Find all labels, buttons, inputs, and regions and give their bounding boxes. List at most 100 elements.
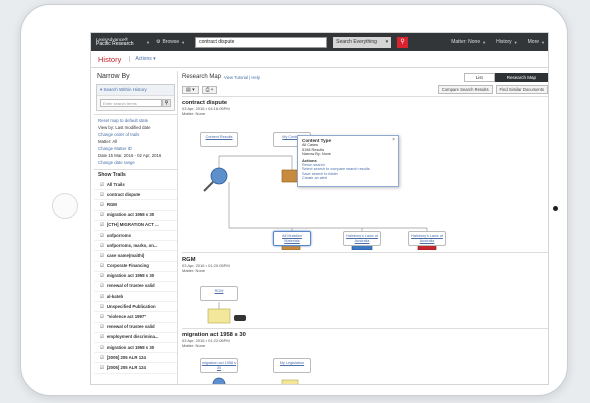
checkbox-icon[interactable]: ☑: [100, 294, 104, 299]
search-within-label: Search Within History: [103, 87, 147, 92]
brand-logo[interactable]: LexisAdvance® Pacific Research: [96, 37, 140, 47]
checkbox-icon[interactable]: ☑: [100, 243, 104, 248]
chevron-down-icon[interactable]: ▼: [146, 40, 150, 45]
actions-menu[interactable]: Actions ▾: [129, 56, 156, 62]
print-dropdown[interactable]: ⎙ ▾: [201, 85, 218, 94]
browse-menu[interactable]: ⚙ Browse ▼: [156, 39, 185, 45]
checkbox-icon[interactable]: ☑: [100, 334, 104, 339]
list-view-button[interactable]: List: [463, 72, 495, 82]
close-icon[interactable]: ×: [392, 137, 395, 143]
compare-search-results-button[interactable]: Compare Search Results: [437, 85, 493, 94]
narrow-by-title: Narrow By: [97, 73, 130, 80]
trail-item[interactable]: ☑ renewal of trustee valid: [94, 323, 177, 333]
trail-item[interactable]: ☑ [2005] 205 ALR 124: [94, 363, 177, 374]
trail-item[interactable]: ☑ al-kateb: [94, 292, 177, 303]
map-actions: Compare Search Results Find Similar Docu…: [435, 85, 548, 94]
folder-dropdown[interactable]: ▤ ▾: [182, 85, 199, 94]
tablet-frame: LexisAdvance® Pacific Research ▼ ⚙ Brows…: [20, 4, 568, 396]
matter-menu[interactable]: Matter: None ▼: [451, 39, 486, 45]
trail-item[interactable]: ☑ "violence act 1997": [94, 312, 177, 323]
map-node[interactable]: All Mutation Materials: [273, 231, 311, 246]
trail-label: All Trails: [106, 181, 125, 187]
trail-item[interactable]: ☑ unfporroms, marko, on...: [94, 241, 177, 252]
folder-node-icon[interactable]: [207, 308, 231, 324]
checkbox-icon[interactable]: ☑: [100, 345, 104, 350]
trail-label: [2005] 205 ALR 124: [106, 364, 146, 370]
change-date-link[interactable]: Change date range: [94, 159, 177, 166]
find-similar-documents-button[interactable]: Find Similar Documents: [495, 85, 548, 94]
research-map-view-button[interactable]: Research Map: [494, 72, 548, 82]
trail-list: ☑ All Trails ☑ contract dispute ☑ RGM ☑ migrati…: [94, 180, 177, 374]
folder-node-icon[interactable]: [281, 379, 299, 385]
history-label: History: [496, 39, 512, 45]
trail-item[interactable]: ☑ [2005] 205 ALR 124: [94, 353, 177, 364]
research-map-trail: RGM 03 Apr, 2016 • 01:20:05PM Matter: No…: [182, 257, 548, 327]
checkbox-icon[interactable]: ☑: [100, 233, 104, 238]
trail-item[interactable]: ☑ renewal of trustee valid: [94, 282, 177, 293]
trail-label: [2005] 205 ALR 124: [106, 354, 146, 360]
checkbox-icon[interactable]: ☑: [100, 304, 104, 309]
trail-item[interactable]: ☑ migration act 1958 s 30: [94, 211, 177, 221]
folder-node-icon[interactable]: [281, 169, 299, 183]
tutorial-help-links[interactable]: View Tutorial | Help: [224, 75, 260, 80]
trail-item[interactable]: ☑ Corporate Financing: [94, 262, 177, 272]
checkbox-icon[interactable]: ☑: [100, 273, 104, 278]
right-navigation: Matter: None ▼ History ▼ More ▼: [451, 39, 545, 45]
chevron-down-icon: ▼: [482, 39, 487, 45]
checkbox-icon[interactable]: ☑: [100, 253, 104, 258]
checkbox-icon[interactable]: ☑: [100, 314, 104, 319]
search-button[interactable]: ⚲: [397, 36, 409, 48]
map-node[interactable]: migration act 1958 s 30: [200, 358, 238, 373]
more-label: More: [527, 39, 540, 45]
content-type-popup: Content Type × All Cases 5158 Results Na…: [297, 135, 399, 187]
show-trails-heading: Show Trails: [94, 169, 177, 180]
tablet-home-button[interactable]: [52, 193, 78, 219]
more-menu[interactable]: More ▼: [528, 39, 545, 45]
trail-item[interactable]: ☑ [CTH] MIGRATION ACT ...: [94, 221, 177, 231]
brand-line-2: Pacific Research: [96, 41, 134, 47]
checkbox-icon[interactable]: ☑: [100, 263, 104, 268]
checkbox-icon[interactable]: ☑: [100, 355, 104, 360]
search-within-button[interactable]: ⚲: [162, 99, 171, 107]
map-node[interactable]: Halsbury's Laws of Australia: [408, 231, 446, 246]
gear-icon: ⚙: [155, 39, 161, 45]
trail-item[interactable]: ☑ migration act 1958 s 30: [94, 272, 177, 282]
checkbox-icon[interactable]: ☑: [100, 283, 104, 288]
checkbox-icon[interactable]: ☑: [100, 212, 104, 217]
search-within-input[interactable]: Enter search terms: [100, 99, 162, 107]
trail-item[interactable]: ☑ employment discrimina...: [94, 333, 177, 343]
search-within-form: Enter search terms ⚲: [100, 99, 171, 107]
checkbox-icon[interactable]: ☑: [100, 365, 104, 370]
trail-item[interactable]: ☑ All Trails: [94, 180, 177, 191]
trail-item[interactable]: ☑ migration act 1958 s 30: [94, 343, 177, 354]
map-toolbar: ▤ ▾ ⎙ ▾ Compare Search Results Find Simi…: [182, 83, 548, 97]
trail-item[interactable]: ☑ RGM: [94, 200, 177, 211]
search-within-box: ▾ Search Within History Enter search ter…: [96, 84, 175, 111]
map-node[interactable]: Halsbury's Laws of Australia: [343, 231, 381, 246]
chevron-down-icon: ▼: [513, 39, 518, 45]
trail-item[interactable]: ☑ Unspecified Publication: [94, 302, 177, 313]
reset-map-link[interactable]: Reset map to default state: [94, 117, 177, 124]
map-node[interactable]: RGM: [200, 286, 238, 301]
checkbox-icon[interactable]: ☑: [100, 202, 104, 207]
map-node[interactable]: My Legislation: [273, 358, 311, 373]
change-matter-link[interactable]: Change Matter ID: [94, 145, 177, 152]
map-node[interactable]: Content Results: [200, 132, 238, 147]
trail-item[interactable]: ☑ unfporroms: [94, 231, 177, 242]
change-order-link[interactable]: Change order of trails: [94, 131, 177, 138]
trail-item[interactable]: ☑ contract dispute: [94, 190, 177, 201]
search-node-icon[interactable]: [212, 377, 226, 385]
trail-item[interactable]: ☑ case name(maithi): [94, 251, 177, 262]
search-scope-select[interactable]: Search Everything ▾: [333, 36, 392, 48]
search-within-toggle[interactable]: ▾ Search Within History: [97, 85, 174, 96]
create-alert-link[interactable]: Create an alert: [302, 176, 394, 181]
history-menu[interactable]: History ▼: [496, 39, 518, 45]
search-node-icon[interactable]: [210, 167, 228, 185]
checkbox-icon[interactable]: ☑: [100, 324, 104, 329]
checkbox-icon[interactable]: ☑: [100, 182, 104, 187]
research-map-main: Research Map View Tutorial | Help List R…: [182, 71, 548, 385]
search-input[interactable]: contract dispute: [195, 36, 328, 48]
checkbox-icon[interactable]: ☑: [100, 192, 104, 197]
matter-label: Matter: None: [451, 39, 481, 45]
checkbox-icon[interactable]: ☑: [100, 222, 104, 227]
